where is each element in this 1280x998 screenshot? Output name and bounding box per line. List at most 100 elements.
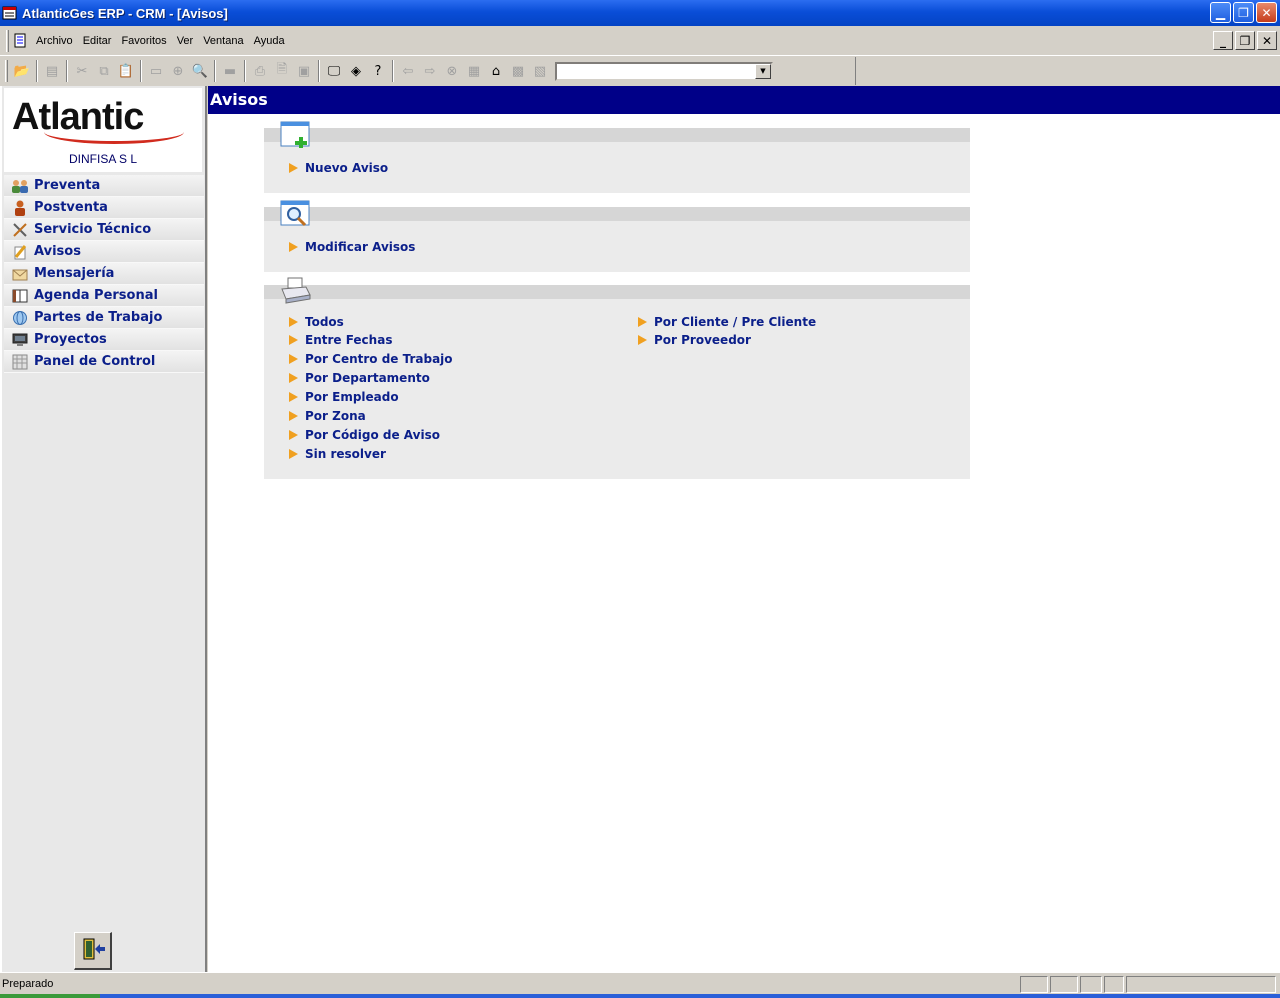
link-label: Por Código de Aviso xyxy=(305,428,440,442)
logo-swoosh xyxy=(44,130,184,144)
link-por-zona[interactable]: Por Zona xyxy=(289,409,366,423)
favorites-button[interactable]: ▩ xyxy=(507,60,529,82)
forward-button[interactable]: ⇨ xyxy=(419,60,441,82)
sidebar-item-label: Mensajería xyxy=(34,266,115,281)
tag-button[interactable]: ◈ xyxy=(345,60,367,82)
menu-favoritos[interactable]: Favoritos xyxy=(116,35,171,47)
bullet-arrow-icon xyxy=(638,335,647,345)
edit-document-button[interactable]: ▤ xyxy=(41,60,63,82)
back-button[interactable]: ⇦ xyxy=(397,60,419,82)
dropdown-arrow-icon[interactable]: ▼ xyxy=(755,63,771,79)
link-label: Modificar Avisos xyxy=(305,240,416,254)
print-button[interactable]: ⎙ xyxy=(249,60,271,82)
link-label: Por Empleado xyxy=(305,390,399,404)
exit-button[interactable] xyxy=(74,932,112,970)
sidebar-item-label: Partes de Trabajo xyxy=(34,310,163,325)
copy-button[interactable]: ⧉ xyxy=(93,60,115,82)
mdi-minimize-button[interactable]: _ xyxy=(1213,31,1233,50)
sidebar-item-agenda-personal[interactable]: Agenda Personal xyxy=(4,285,204,307)
sidebar-item-postventa[interactable]: Postventa xyxy=(4,197,204,219)
sidebar-item-preventa[interactable]: Preventa xyxy=(4,175,204,197)
scanner-icon: ▬ xyxy=(223,63,237,79)
app-icon[interactable] xyxy=(2,5,18,21)
link-por-proveedor[interactable]: Por Proveedor xyxy=(638,333,751,347)
window-title: AtlanticGes ERP - CRM - [Avisos] xyxy=(22,5,228,21)
link-label: Todos xyxy=(305,315,344,329)
link-entre-fechas[interactable]: Entre Fechas xyxy=(289,333,392,347)
monitor-icon xyxy=(9,331,31,349)
menu-ventana[interactable]: Ventana xyxy=(198,35,248,47)
sidebar-item-label: Servicio Técnico xyxy=(34,222,152,237)
save-button[interactable]: ▣ xyxy=(293,60,315,82)
bullet-arrow-icon xyxy=(289,392,298,402)
link-por-centro-de-trabajo[interactable]: Por Centro de Trabajo xyxy=(289,352,453,366)
exit-door-icon xyxy=(80,936,106,965)
print-preview-button[interactable]: 🗎 xyxy=(271,60,293,82)
sidebar-item-avisos[interactable]: Avisos xyxy=(4,241,204,263)
close-button[interactable]: ✕ xyxy=(1256,2,1277,23)
help-icon: ? xyxy=(374,63,382,79)
window-button[interactable]: ▭ xyxy=(145,60,167,82)
minimize-button[interactable]: ▁ xyxy=(1210,2,1231,23)
cut-button[interactable]: ✂ xyxy=(71,60,93,82)
binoculars-button[interactable]: ⊕ xyxy=(167,60,189,82)
toolbar: 📂 ▤ ✂ ⧉ 📋 ▭ ⊕ 🔍 ▬ ⎙ 🗎 ▣ 🖵 ◈ ? ⇦ ⇨ ⊗ ▦ ⌂ … xyxy=(0,57,856,85)
bullet-arrow-icon xyxy=(289,242,298,252)
link-label: Sin resolver xyxy=(305,447,386,461)
scanner-button[interactable]: ▬ xyxy=(219,60,241,82)
link-modificar-avisos[interactable]: Modificar Avisos xyxy=(289,240,415,254)
stop-icon: ⊗ xyxy=(446,63,458,79)
status-pane xyxy=(1104,976,1124,993)
address-combo[interactable]: ▼ xyxy=(555,61,773,81)
refresh-button[interactable]: ▦ xyxy=(463,60,485,82)
menu-editar[interactable]: Editar xyxy=(78,35,117,47)
main-content: Avisos Nuevo Aviso Modificar Avisos Todo… xyxy=(208,86,1280,972)
menu-ayuda[interactable]: Ayuda xyxy=(249,35,290,47)
tag-icon: ◈ xyxy=(351,63,361,79)
book-icon xyxy=(9,287,31,305)
link-nuevo-aviso[interactable]: Nuevo Aviso xyxy=(289,161,388,175)
open-folder-button[interactable]: 📂 xyxy=(11,60,33,82)
menu-bar: Archivo Editar Favoritos Ver Ventana Ayu… xyxy=(0,26,1280,56)
sidebar-item-partes-de-trabajo[interactable]: Partes de Trabajo xyxy=(4,307,204,329)
menu-archivo[interactable]: Archivo xyxy=(31,35,78,47)
menubar-grip[interactable] xyxy=(6,29,9,52)
paste-button[interactable]: 📋 xyxy=(115,60,137,82)
page-title: Avisos xyxy=(208,86,1280,114)
stop-button[interactable]: ⊗ xyxy=(441,60,463,82)
bullet-arrow-icon xyxy=(289,354,298,364)
restore-button[interactable]: ❐ xyxy=(1233,2,1254,23)
section-band xyxy=(264,207,970,221)
refresh-icon: ▦ xyxy=(467,63,481,79)
link-label: Nuevo Aviso xyxy=(305,161,389,175)
link-por-empleado[interactable]: Por Empleado xyxy=(289,390,399,404)
bullet-arrow-icon xyxy=(638,317,647,327)
link-todos[interactable]: Todos xyxy=(289,315,344,329)
menu-ver[interactable]: Ver xyxy=(172,35,199,47)
go-button[interactable]: ▧ xyxy=(529,60,551,82)
screen-button[interactable]: 🖵 xyxy=(323,60,345,82)
find-button[interactable]: 🔍 xyxy=(189,60,211,82)
sidebar-item-label: Proyectos xyxy=(34,332,107,347)
help-button[interactable]: ? xyxy=(367,60,389,82)
person-icon xyxy=(9,199,31,217)
home-button[interactable]: ⌂ xyxy=(485,60,507,82)
link-por-cliente[interactable]: Por Cliente / Pre Cliente xyxy=(638,315,816,329)
mdi-close-button[interactable]: ✕ xyxy=(1257,31,1277,50)
sidebar-item-panel-de-control[interactable]: Panel de Control xyxy=(4,351,204,373)
link-por-departamento[interactable]: Por Departamento xyxy=(289,371,430,385)
status-pane xyxy=(1080,976,1102,993)
link-sin-resolver[interactable]: Sin resolver xyxy=(289,447,386,461)
sidebar-item-servicio-tecnico[interactable]: Servicio Técnico xyxy=(4,219,204,241)
mdi-restore-button[interactable]: ❐ xyxy=(1235,31,1255,50)
toolbar-grip[interactable] xyxy=(5,60,8,82)
close-icon: ✕ xyxy=(1261,33,1273,48)
sidebar-item-proyectos[interactable]: Proyectos xyxy=(4,329,204,351)
toolbar-separator xyxy=(244,60,246,82)
link-por-codigo-de-aviso[interactable]: Por Código de Aviso xyxy=(289,428,440,442)
sidebar-item-mensajeria[interactable]: Mensajería xyxy=(4,263,204,285)
link-label: Entre Fechas xyxy=(305,333,393,347)
document-icon[interactable] xyxy=(13,33,29,49)
envelope-icon xyxy=(9,265,31,283)
favorites-icon: ▩ xyxy=(511,63,525,79)
